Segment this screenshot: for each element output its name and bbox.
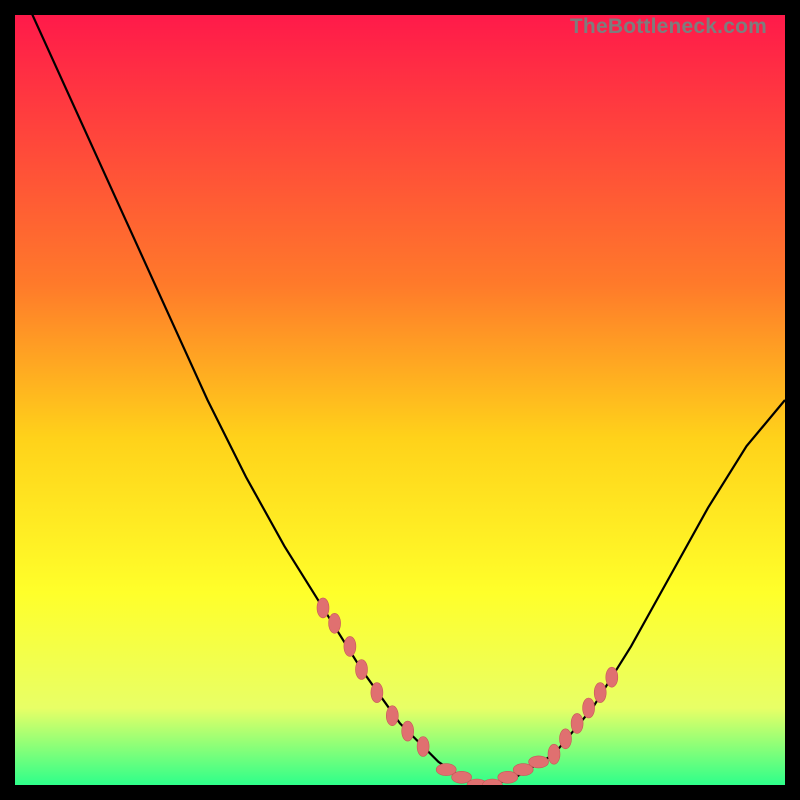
- curve-marker: [402, 721, 414, 741]
- curve-marker: [371, 683, 383, 703]
- curve-marker: [356, 660, 368, 680]
- chart-frame: TheBottleneck.com: [15, 15, 785, 785]
- bottleneck-chart: [15, 15, 785, 785]
- curve-marker: [329, 613, 341, 633]
- curve-marker: [529, 756, 549, 768]
- curve-marker: [606, 667, 618, 687]
- curve-marker: [344, 636, 356, 656]
- curve-marker: [571, 713, 583, 733]
- gradient-background: [15, 15, 785, 785]
- curve-marker: [548, 744, 560, 764]
- watermark-text: TheBottleneck.com: [570, 15, 767, 39]
- curve-marker: [594, 683, 606, 703]
- curve-marker: [317, 598, 329, 618]
- curve-marker: [560, 729, 572, 749]
- curve-marker: [386, 706, 398, 726]
- curve-marker: [583, 698, 595, 718]
- curve-marker: [417, 737, 429, 757]
